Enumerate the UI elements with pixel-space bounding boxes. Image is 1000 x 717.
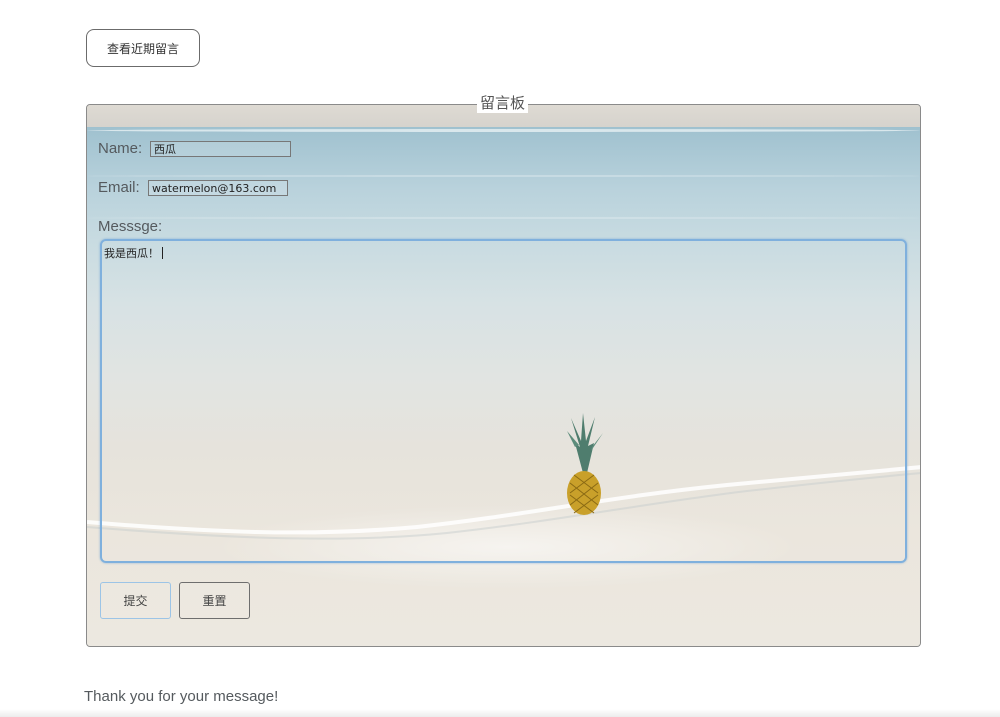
message-textarea[interactable]: 我是西瓜！ xyxy=(100,239,907,563)
view-recent-messages-button[interactable]: 查看近期留言 xyxy=(86,29,200,67)
email-field[interactable]: watermelon@163.com xyxy=(148,180,288,196)
message-label: Messsge: xyxy=(98,218,163,235)
reset-button[interactable]: 重置 xyxy=(179,582,250,619)
bottom-shadow xyxy=(0,709,1000,717)
message-text: 我是西瓜！ xyxy=(104,247,159,260)
email-label: Email: xyxy=(98,179,140,196)
thank-you-message: Thank you for your message! xyxy=(84,688,279,705)
name-field[interactable]: 西瓜 xyxy=(150,141,291,157)
name-label: Name: xyxy=(98,140,143,157)
submit-button[interactable]: 提交 xyxy=(100,582,171,619)
text-caret xyxy=(162,247,163,259)
board-legend: 留言板 xyxy=(477,93,529,113)
